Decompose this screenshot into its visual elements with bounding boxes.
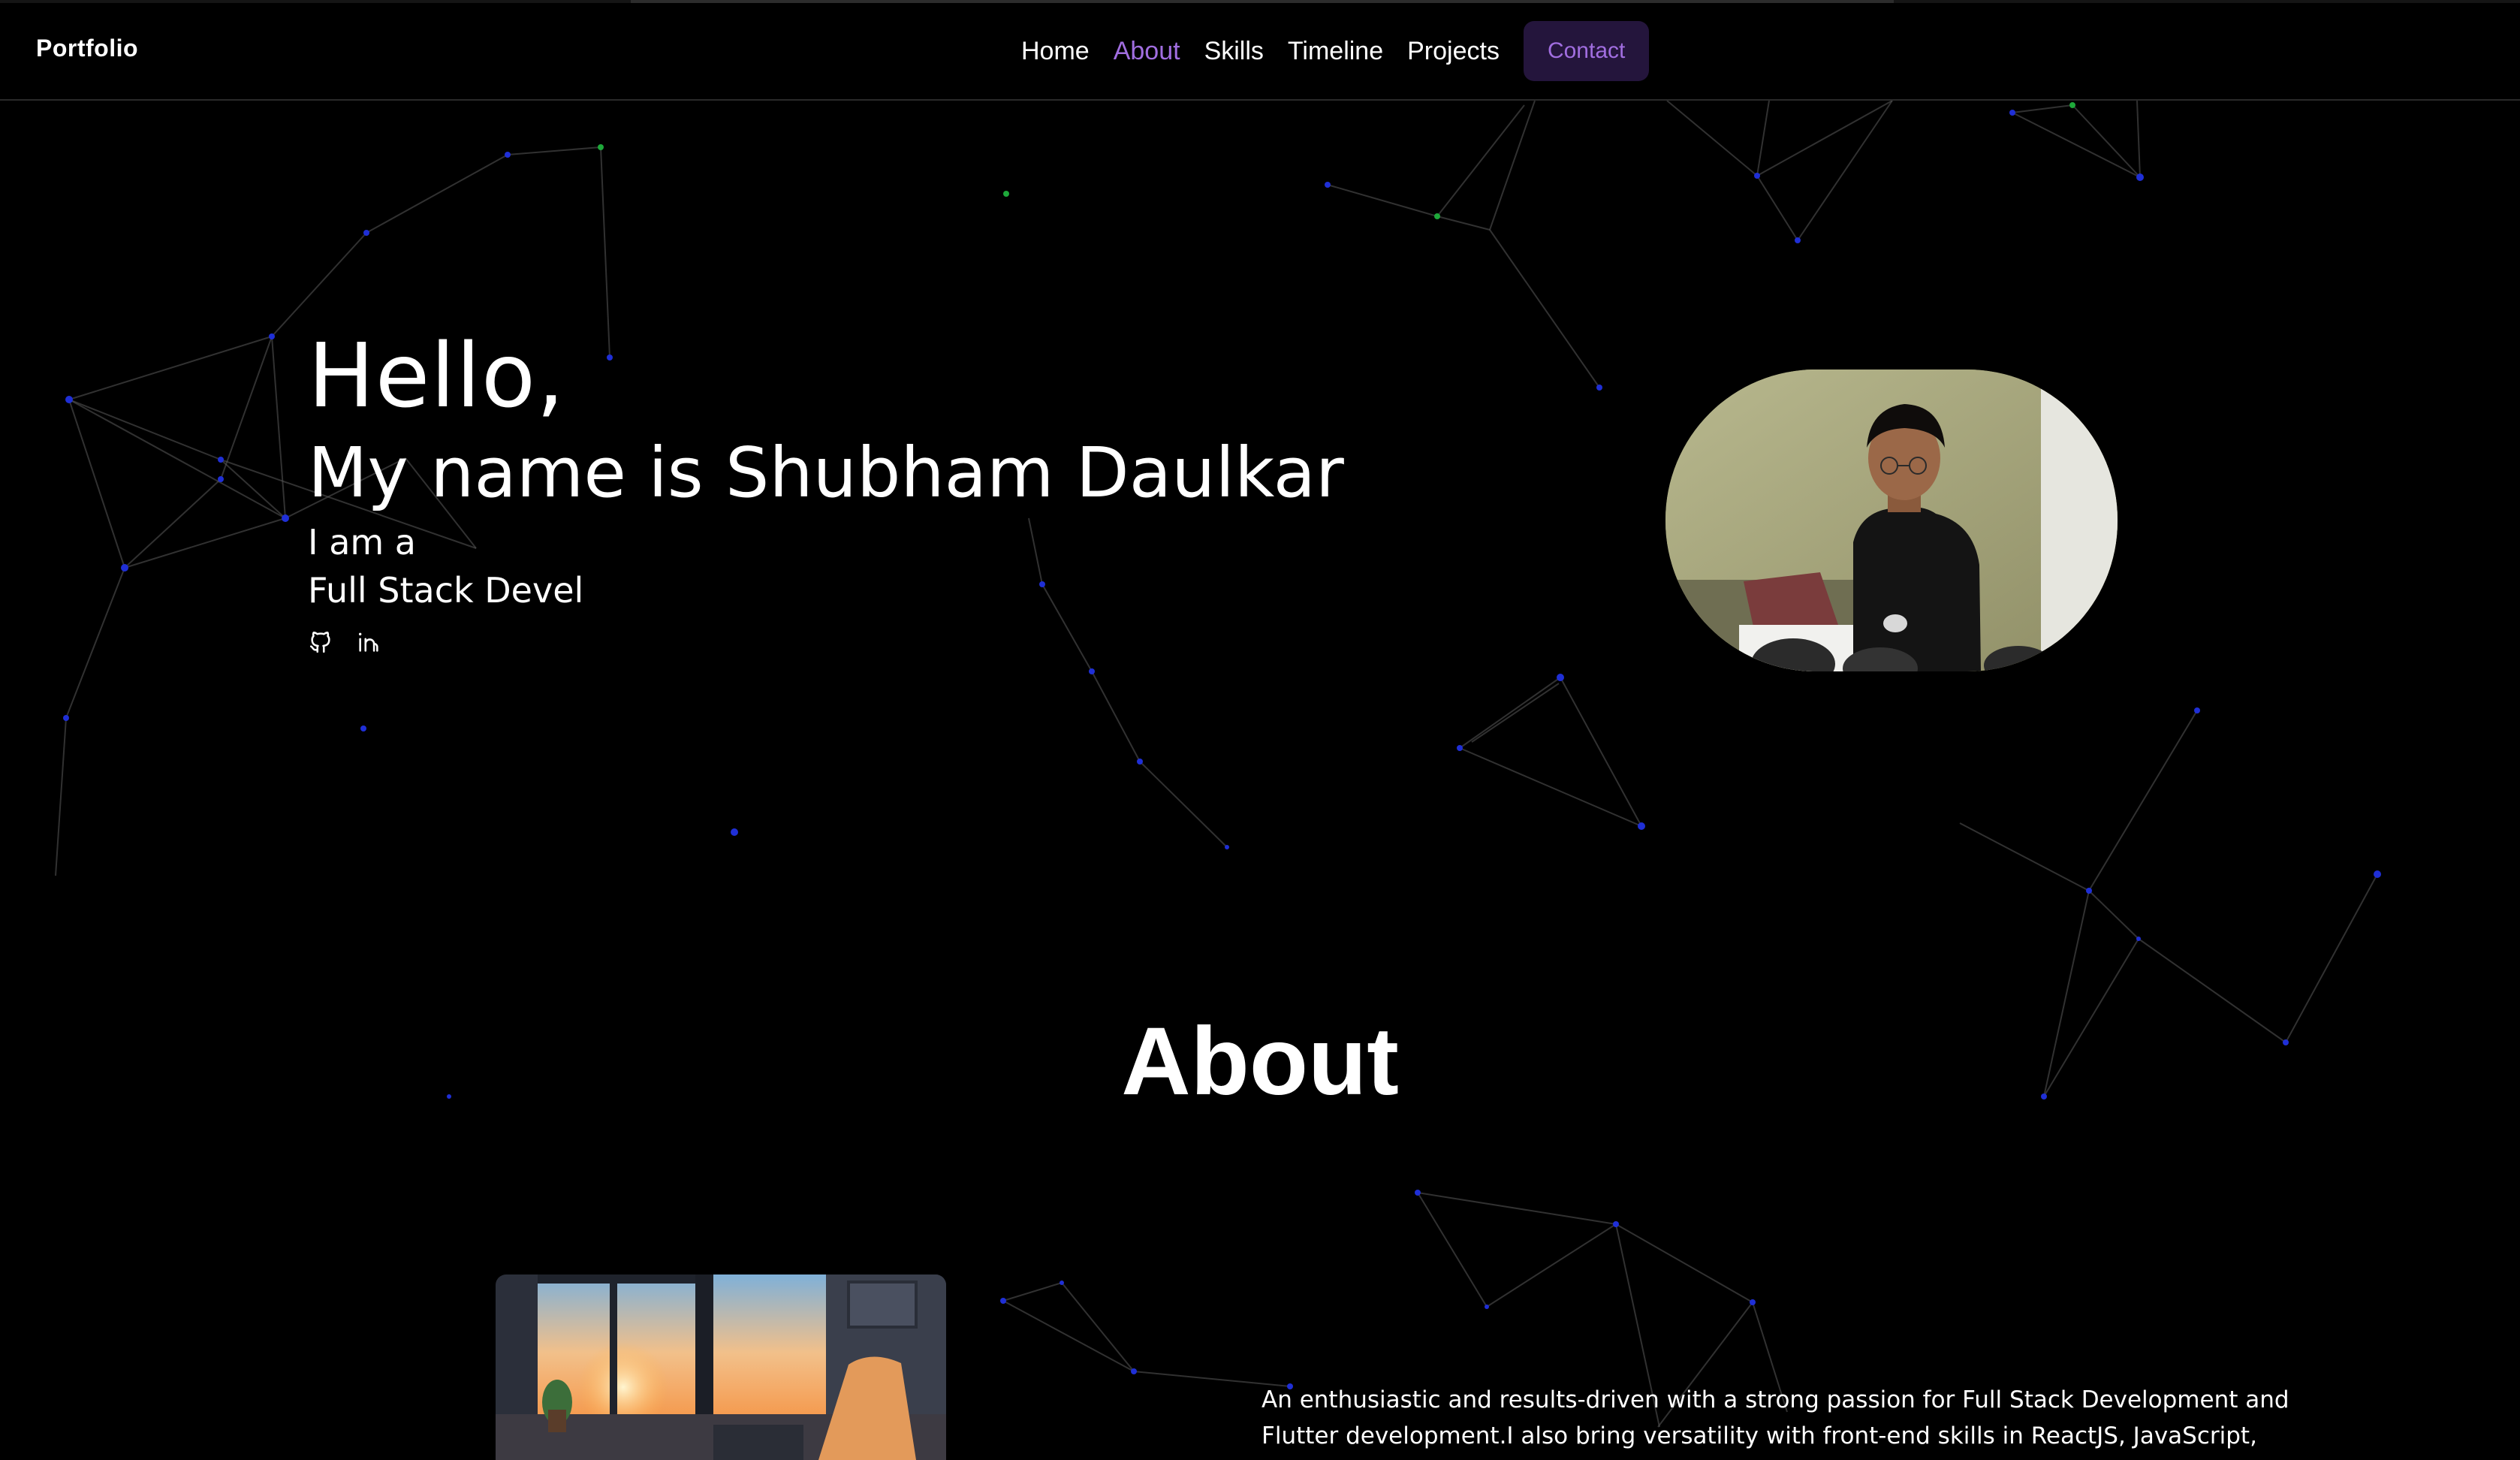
profile-photo	[1665, 370, 2118, 671]
nav-link-timeline[interactable]: Timeline	[1288, 37, 1383, 66]
scroll-progress-bar	[0, 0, 2520, 3]
hero-section: Hello, My name is Shubham Daulkar I am a…	[308, 323, 1344, 655]
github-icon[interactable]	[308, 629, 333, 655]
profile-photo-illustration	[1665, 370, 2118, 671]
nav-link-about[interactable]: About	[1114, 37, 1180, 66]
main-nav: Home About Skills Timeline Projects Cont…	[1021, 21, 1650, 81]
contact-button[interactable]: Contact	[1523, 21, 1650, 81]
hero-greeting: Hello,	[308, 324, 565, 427]
scroll-progress-fill	[631, 0, 1894, 3]
linkedin-icon[interactable]	[356, 629, 381, 655]
social-links	[308, 629, 1344, 655]
about-illustration	[496, 1274, 946, 1460]
hero-typed-role: Full Stack Devel	[308, 570, 584, 611]
hero-name: My name is Shubham Daulkar	[308, 433, 1344, 513]
nav-link-projects[interactable]: Projects	[1407, 37, 1500, 66]
nav-link-skills[interactable]: Skills	[1204, 37, 1264, 66]
about-heading: About	[1121, 1008, 1399, 1115]
hero-intro: I am a	[308, 522, 416, 563]
brand-logo[interactable]: Portfolio	[36, 35, 138, 62]
particle-network-background	[55, 100, 2381, 1428]
portfolio-page: Portfolio Home About Skills Timeline Pro…	[0, 0, 2520, 1460]
about-description: An enthusiastic and results-driven with …	[1262, 1386, 2289, 1460]
top-navbar: Portfolio Home About Skills Timeline Pro…	[0, 3, 2520, 101]
room-window-illustration	[496, 1274, 946, 1460]
nav-link-home[interactable]: Home	[1021, 37, 1090, 66]
